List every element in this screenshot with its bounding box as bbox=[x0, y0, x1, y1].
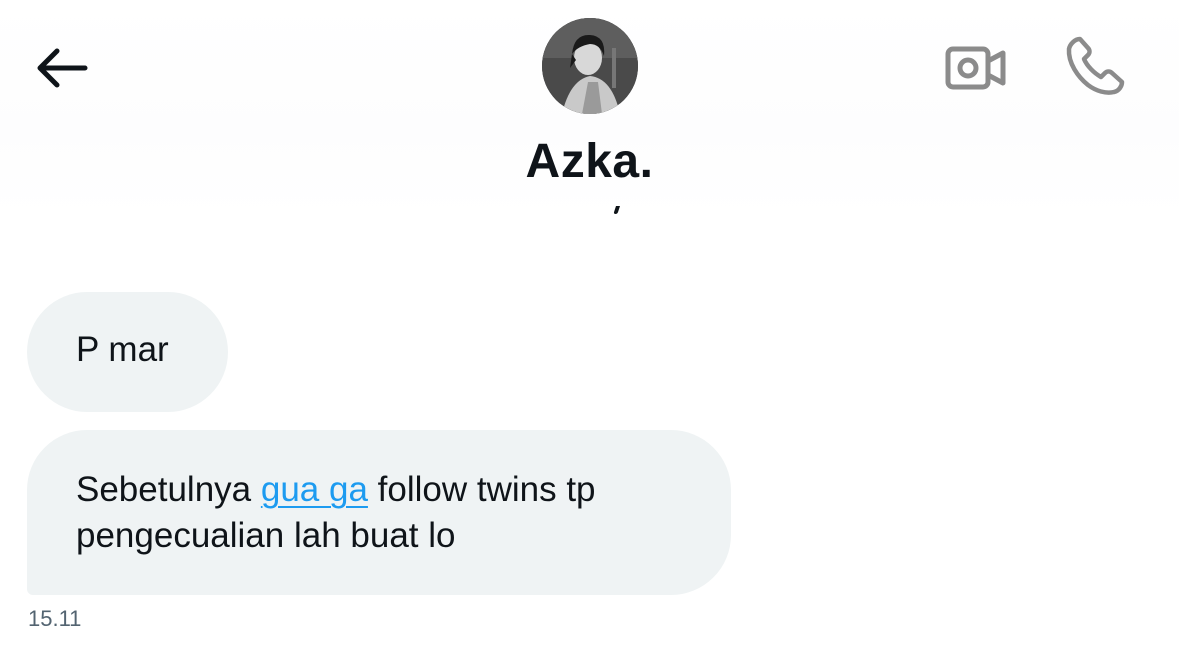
message-text: P mar bbox=[76, 330, 169, 369]
phone-icon bbox=[1066, 36, 1125, 95]
avatar-photo bbox=[542, 18, 638, 114]
message-text: Sebetulnya bbox=[76, 470, 261, 509]
message-bubble[interactable]: P mar bbox=[27, 292, 228, 412]
message-link[interactable]: gua ga bbox=[261, 470, 368, 509]
conversation-header: Azka. bbox=[0, 0, 1179, 218]
video-call-button[interactable] bbox=[940, 36, 1012, 100]
message-timestamp: 15.11 bbox=[28, 606, 82, 631]
contact-name: Azka. bbox=[525, 135, 654, 188]
clipped-text-fragment bbox=[612, 206, 624, 218]
message-bubble[interactable]: Sebetulnya gua ga follow twins tp pengec… bbox=[27, 430, 731, 595]
back-button[interactable] bbox=[28, 38, 94, 98]
avatar[interactable] bbox=[542, 18, 638, 114]
arrow-left-icon bbox=[37, 48, 88, 88]
dm-conversation-screen: Azka. P mar Sebetulnya gua ga follow twi… bbox=[0, 0, 1179, 650]
video-camera-icon bbox=[945, 46, 1006, 90]
voice-call-button[interactable] bbox=[1058, 30, 1132, 102]
